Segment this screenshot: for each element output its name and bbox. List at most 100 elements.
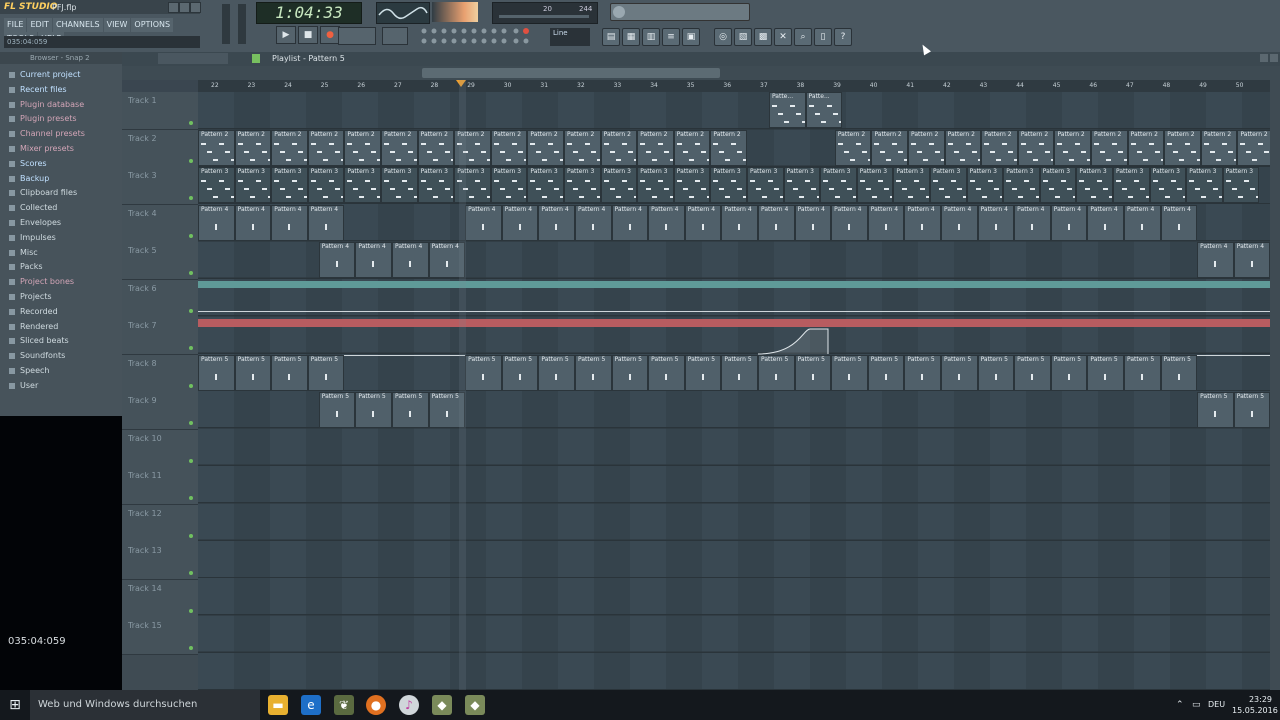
track-header[interactable]: Track 15 xyxy=(122,617,198,655)
windows-start-icon[interactable]: ⊞ xyxy=(0,690,30,720)
playlist-title[interactable]: Playlist - Pattern 5 xyxy=(272,54,345,63)
song-time-display[interactable]: 1:04:33 xyxy=(256,2,362,24)
piano-roll-icon[interactable]: ▦ xyxy=(622,28,640,46)
track-mute-led[interactable] xyxy=(189,458,193,463)
search-icon[interactable]: ⌕ xyxy=(794,28,812,46)
playlist-tools[interactable] xyxy=(158,53,228,64)
automation-clip-track6[interactable] xyxy=(198,281,1270,288)
language-indicator[interactable]: DEU xyxy=(1208,700,1225,709)
playlist-close-button[interactable] xyxy=(1270,54,1278,62)
master-volume-slider[interactable] xyxy=(222,4,230,44)
browser-item[interactable]: Sliced beats xyxy=(6,334,120,349)
track-mute-led[interactable] xyxy=(189,383,193,388)
menu-edit[interactable]: EDIT xyxy=(27,18,52,32)
taskbar-search-box[interactable]: Web und Windows durchsuchen xyxy=(30,690,260,720)
track-mute-led[interactable] xyxy=(189,646,193,650)
track-mute-led[interactable] xyxy=(189,608,193,613)
file-explorer-icon[interactable]: ▬ xyxy=(268,695,288,715)
maximize-button[interactable] xyxy=(179,2,190,13)
fl-studio-taskbar-icon[interactable]: ❦ xyxy=(334,695,354,715)
vertical-scrollbar[interactable] xyxy=(1270,80,1280,690)
system-clock[interactable]: 23:29 15.05.2016 xyxy=(1232,694,1278,716)
track-mute-led[interactable] xyxy=(189,271,193,275)
track-mute-led[interactable] xyxy=(189,196,193,200)
browser-item[interactable]: Misc xyxy=(6,246,120,261)
horizontal-scrollbar[interactable] xyxy=(422,68,720,78)
track-header[interactable]: Track 14 xyxy=(122,579,198,618)
mixer-icon[interactable]: ≡ xyxy=(662,28,680,46)
tools-icon[interactable]: ✕ xyxy=(774,28,792,46)
timeline-ruler[interactable]: 22 23 24 25 26 27 28 29 30 31 32 33 34 35 36 37 38 39 40 41… xyxy=(198,80,1270,92)
track-header[interactable]: Track 1 xyxy=(122,92,198,130)
track-header[interactable]: Track 3 xyxy=(122,167,198,205)
track-header[interactable]: Track 13 xyxy=(122,542,198,580)
tempo-display[interactable] xyxy=(338,27,376,45)
app-icon-1[interactable]: ◆ xyxy=(432,695,452,715)
playlist-maximize-button[interactable] xyxy=(1260,54,1268,62)
browser-item[interactable]: Recent files xyxy=(6,83,120,98)
main-pitch-slider[interactable] xyxy=(610,3,750,21)
master-pitch-slider[interactable] xyxy=(238,4,246,44)
browser-item[interactable]: Impulses xyxy=(6,231,120,246)
browser-item[interactable]: Clipboard files xyxy=(6,186,120,201)
track-mute-led[interactable] xyxy=(189,121,193,125)
notes-icon[interactable]: ▯ xyxy=(814,28,832,46)
track-header[interactable]: Track 5 xyxy=(122,242,198,280)
browser-item[interactable]: Collected xyxy=(6,201,120,216)
menu-file[interactable]: FILE xyxy=(4,18,27,32)
browser-item[interactable]: Backup xyxy=(6,172,120,187)
track-mute-led[interactable] xyxy=(189,496,193,500)
browser-item[interactable]: Mixer presets xyxy=(6,142,120,157)
browser-item[interactable]: Projects xyxy=(6,290,120,305)
browser-icon[interactable]: ▣ xyxy=(682,28,700,46)
menu-channels[interactable]: CHANNELS xyxy=(52,18,103,32)
playlist-icon[interactable]: ▤ xyxy=(602,28,620,46)
track-mute-led[interactable] xyxy=(189,421,193,425)
browser-item[interactable]: User xyxy=(6,379,120,394)
plugin-picker-icon[interactable]: ◎ xyxy=(714,28,732,46)
edge-browser-icon[interactable]: e xyxy=(301,695,321,715)
menu-options[interactable]: OPTIONS xyxy=(131,18,174,32)
stop-button[interactable]: ■ xyxy=(298,26,318,44)
browser-item[interactable]: Packs xyxy=(6,260,120,275)
project-icon[interactable]: ▩ xyxy=(754,28,772,46)
snap-selector[interactable]: Line xyxy=(550,28,590,46)
track-header[interactable]: Track 4 xyxy=(122,204,198,243)
record-button[interactable]: ● xyxy=(320,26,340,44)
browser-item[interactable]: Plugin presets xyxy=(6,112,120,127)
track-mute-led[interactable] xyxy=(189,233,193,238)
browser-item[interactable]: Channel presets xyxy=(6,127,120,142)
browser-item[interactable]: Current project xyxy=(6,68,120,83)
help-icon[interactable]: ? xyxy=(834,28,852,46)
track-header[interactable]: Track 6 xyxy=(122,279,198,318)
automation-clip-track7[interactable] xyxy=(198,319,1270,327)
track-header[interactable]: Track 9 xyxy=(122,392,198,430)
audio-editor-icon[interactable]: ▧ xyxy=(734,28,752,46)
track-header[interactable]: Track 7 xyxy=(122,317,198,355)
browser-item[interactable]: Plugin database xyxy=(6,98,120,113)
browser-item[interactable]: Scores xyxy=(6,157,120,172)
track-mute-led[interactable] xyxy=(189,308,193,313)
browser-item[interactable]: Speech xyxy=(6,364,120,379)
track-mute-led[interactable] xyxy=(189,571,193,575)
itunes-icon[interactable]: ♪ xyxy=(399,695,419,715)
browser-item[interactable]: Soundfonts xyxy=(6,349,120,364)
play-button[interactable]: ▶ xyxy=(276,26,296,44)
browser-item[interactable]: Envelopes xyxy=(6,216,120,231)
track-header[interactable]: Track 2 xyxy=(122,129,198,168)
app-icon-2[interactable]: ◆ xyxy=(465,695,485,715)
minimize-button[interactable] xyxy=(168,2,179,13)
track-mute-led[interactable] xyxy=(189,346,193,350)
track-header[interactable]: Track 12 xyxy=(122,504,198,543)
track-mute-led[interactable] xyxy=(189,533,193,538)
track-header[interactable]: Track 10 xyxy=(122,429,198,468)
firefox-icon[interactable]: ● xyxy=(366,695,386,715)
pattern-selector[interactable] xyxy=(382,27,408,45)
browser-item[interactable]: Recorded xyxy=(6,305,120,320)
browser-item[interactable]: Rendered xyxy=(6,320,120,335)
channel-rack-icon[interactable]: ▥ xyxy=(642,28,660,46)
track-mute-led[interactable] xyxy=(189,158,193,163)
track-header[interactable]: Track 11 xyxy=(122,467,198,505)
tray-chevron-icon[interactable]: ⌃ xyxy=(1176,700,1184,710)
menu-view[interactable]: VIEW xyxy=(103,18,131,32)
